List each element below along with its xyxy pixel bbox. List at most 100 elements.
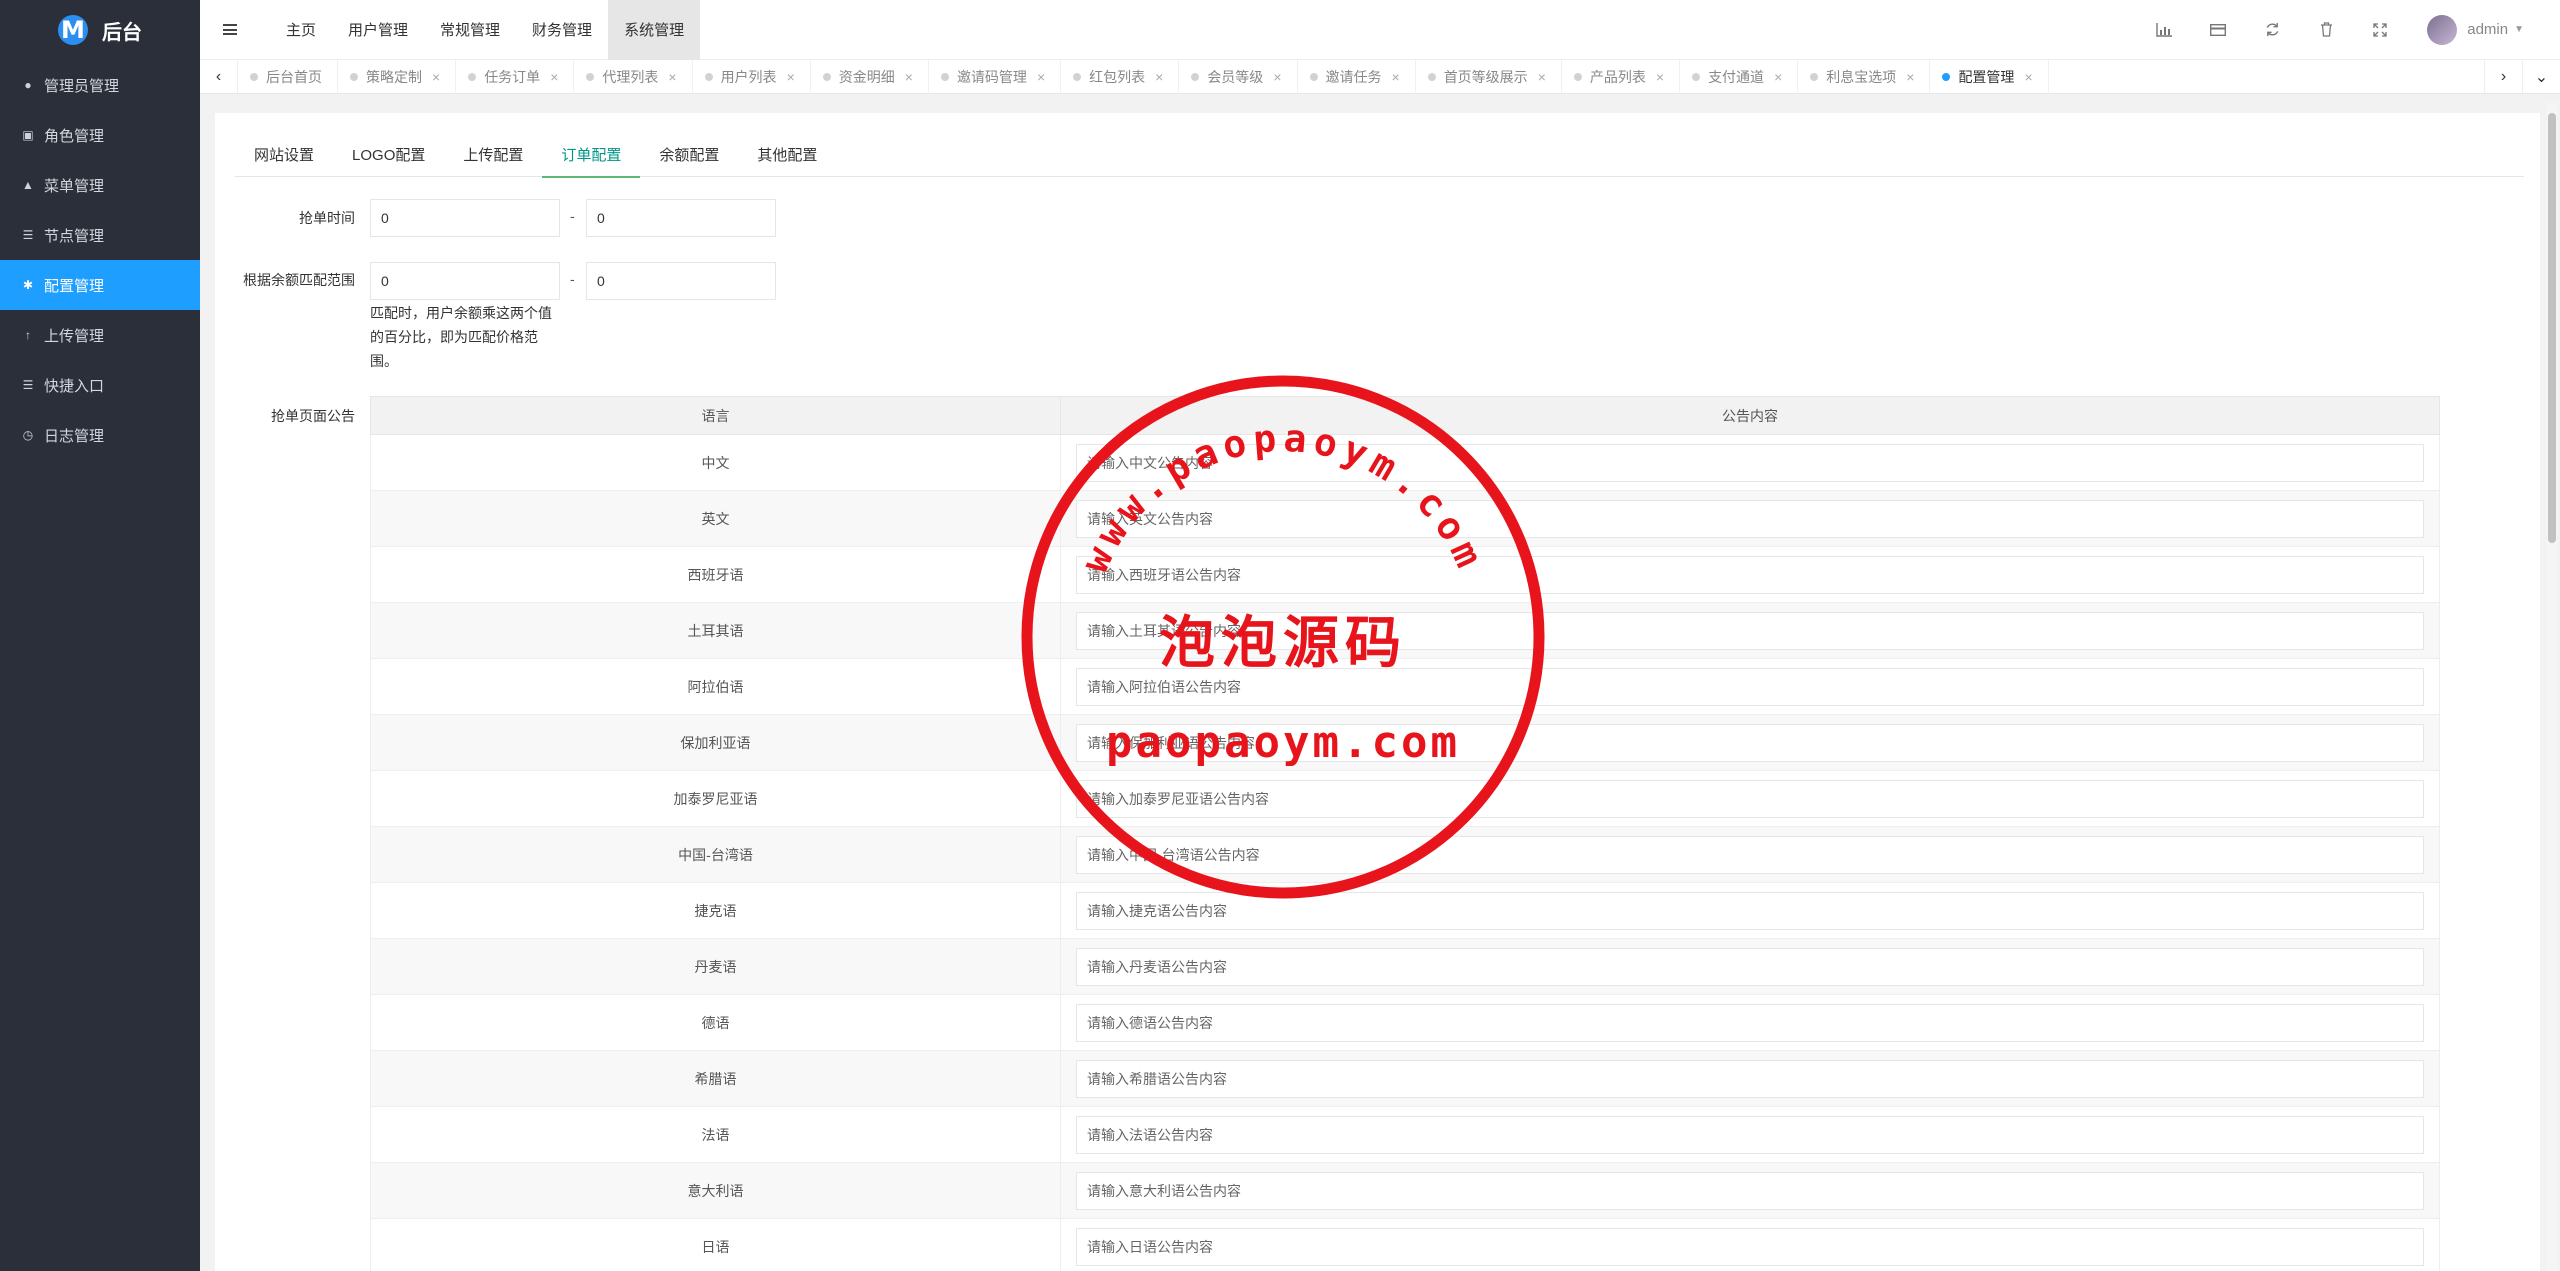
close-icon[interactable]: × (1774, 69, 1782, 85)
language-cell: 英文 (370, 490, 1061, 547)
logo[interactable]: M 后台 (0, 0, 200, 60)
tab-upload-config[interactable]: 上传配置 (444, 135, 542, 177)
close-icon[interactable]: × (432, 69, 440, 85)
username: admin (2467, 21, 2509, 38)
list-icon: ☰ (22, 228, 34, 242)
notice-input[interactable] (1076, 891, 2424, 930)
credit-card-icon[interactable] (2191, 0, 2245, 60)
page-tab[interactable]: 资金明细 × (811, 59, 929, 94)
content-cell (1060, 882, 2440, 939)
trash-icon[interactable] (2299, 0, 2353, 60)
refresh-icon[interactable] (2245, 0, 2299, 60)
notice-input[interactable] (1076, 779, 2424, 818)
table-row: 希腊语 (370, 1050, 2440, 1107)
notice-input[interactable] (1076, 1227, 2424, 1266)
grab-time-from-input[interactable] (370, 199, 560, 237)
topnav-home[interactable]: 主页 (270, 0, 332, 60)
logo-mark: M (58, 15, 88, 45)
tabs-scroll-left-button[interactable]: ‹ (200, 59, 238, 94)
table-row: 保加利亚语 (370, 714, 2440, 771)
notice-input[interactable] (1076, 835, 2424, 874)
sidebar-item-roles[interactable]: ▣ 角色管理 (0, 110, 200, 160)
tab-logo-config[interactable]: LOGO配置 (333, 135, 444, 177)
balance-range-to-input[interactable] (586, 262, 776, 300)
sidebar-item-menus[interactable]: ▲ 菜单管理 (0, 160, 200, 210)
language-cell: 西班牙语 (370, 546, 1061, 603)
notice-input[interactable] (1076, 611, 2424, 650)
page-tab[interactable]: 邀请码管理 × (929, 59, 1062, 94)
notice-input[interactable] (1076, 723, 2424, 762)
grab-time-to-input[interactable] (586, 199, 776, 237)
close-icon[interactable]: × (787, 69, 795, 85)
scrollbar-thumb[interactable] (2548, 113, 2556, 543)
topnav-finance[interactable]: 财务管理 (516, 0, 608, 60)
sidebar-item-upload[interactable]: ↑ 上传管理 (0, 310, 200, 360)
tab-balance-config[interactable]: 余额配置 (640, 135, 738, 177)
topnav-general[interactable]: 常规管理 (424, 0, 516, 60)
close-icon[interactable]: × (1037, 69, 1045, 85)
close-icon[interactable]: × (668, 69, 676, 85)
page-tab[interactable]: 利息宝选项 × (1798, 59, 1931, 94)
page-tab[interactable]: 用户列表 × (693, 59, 811, 94)
tabs-options-button[interactable]: ⌄ (2522, 59, 2560, 94)
page-tab-config[interactable]: 配置管理 × (1930, 59, 2049, 94)
tab-dot-icon (1309, 72, 1318, 81)
sidebar-item-nodes[interactable]: ☰ 节点管理 (0, 210, 200, 260)
page-scrollbar[interactable] (2546, 103, 2558, 1271)
user-menu[interactable]: admin ▼ (2427, 14, 2524, 45)
upload-arrow-icon: ↑ (25, 328, 31, 342)
page-tab-label: 会员等级 (1207, 68, 1264, 85)
close-icon[interactable]: × (1906, 69, 1914, 85)
language-cell: 法语 (370, 1106, 1061, 1163)
page-tab[interactable]: 支付通道 × (1680, 59, 1799, 94)
tab-other-config[interactable]: 其他配置 (738, 135, 836, 177)
notice-input[interactable] (1076, 555, 2424, 594)
notice-input[interactable] (1076, 1171, 2424, 1210)
close-icon[interactable]: × (1155, 69, 1163, 85)
notice-input[interactable] (1076, 1003, 2424, 1042)
page-tab[interactable]: 任务订单 × (456, 59, 575, 94)
sidebar-item-shortcuts[interactable]: ☰ 快捷入口 (0, 360, 200, 410)
notice-label: 抢单页面公告 (271, 408, 355, 424)
topnav-system[interactable]: 系统管理 (608, 0, 701, 60)
topnav-users[interactable]: 用户管理 (332, 0, 424, 60)
page-tab[interactable]: 代理列表 × (574, 59, 693, 94)
notice-input[interactable] (1076, 667, 2424, 706)
notice-input[interactable] (1076, 499, 2424, 538)
menu-toggle-button[interactable] (200, 0, 260, 60)
close-icon[interactable]: × (2024, 69, 2032, 85)
sidebar-item-admin[interactable]: ● 管理员管理 (0, 60, 200, 110)
page-tab[interactable]: 红包列表 × (1061, 59, 1180, 94)
page-tab[interactable]: 会员等级 × (1179, 59, 1298, 94)
tab-dot-icon (1810, 72, 1819, 81)
table-row: 德语 (370, 994, 2440, 1051)
close-icon[interactable]: × (1392, 69, 1400, 85)
close-icon[interactable]: × (1273, 69, 1281, 85)
page-tab[interactable]: 策略定制 × (338, 59, 457, 94)
sidebar-item-logs[interactable]: ◷ 日志管理 (0, 410, 200, 460)
page-tab[interactable]: 产品列表 × (1562, 59, 1681, 94)
bar-chart-icon[interactable] (2137, 0, 2191, 60)
page-tab-label: 资金明细 (838, 68, 895, 85)
tab-dot-icon (1191, 72, 1200, 81)
notice-input[interactable] (1076, 947, 2424, 986)
close-icon[interactable]: × (905, 69, 913, 85)
page-tab-label: 首页等级展示 (1443, 68, 1528, 85)
tab-order-config[interactable]: 订单配置 (542, 135, 641, 178)
language-cell: 丹麦语 (370, 938, 1061, 995)
page-tab-home[interactable]: 后台首页 (238, 59, 338, 94)
notice-input[interactable] (1076, 1115, 2424, 1154)
page-tab[interactable]: 邀请任务 × (1298, 59, 1416, 94)
page-tab[interactable]: 首页等级展示 × (1416, 59, 1562, 94)
close-icon[interactable]: × (1538, 69, 1546, 85)
notice-input[interactable] (1076, 1059, 2424, 1098)
close-icon[interactable]: × (1656, 69, 1664, 85)
balance-range-from-input[interactable] (370, 262, 560, 300)
tabs-scroll-right-button[interactable]: › (2484, 59, 2522, 94)
sidebar-item-config[interactable]: ✱ 配置管理 (0, 260, 200, 310)
tab-site-settings[interactable]: 网站设置 (235, 135, 333, 177)
fullscreen-icon[interactable] (2353, 0, 2407, 60)
close-icon[interactable]: × (550, 69, 558, 85)
tab-dot-icon (1942, 72, 1951, 81)
notice-input[interactable] (1076, 443, 2424, 482)
